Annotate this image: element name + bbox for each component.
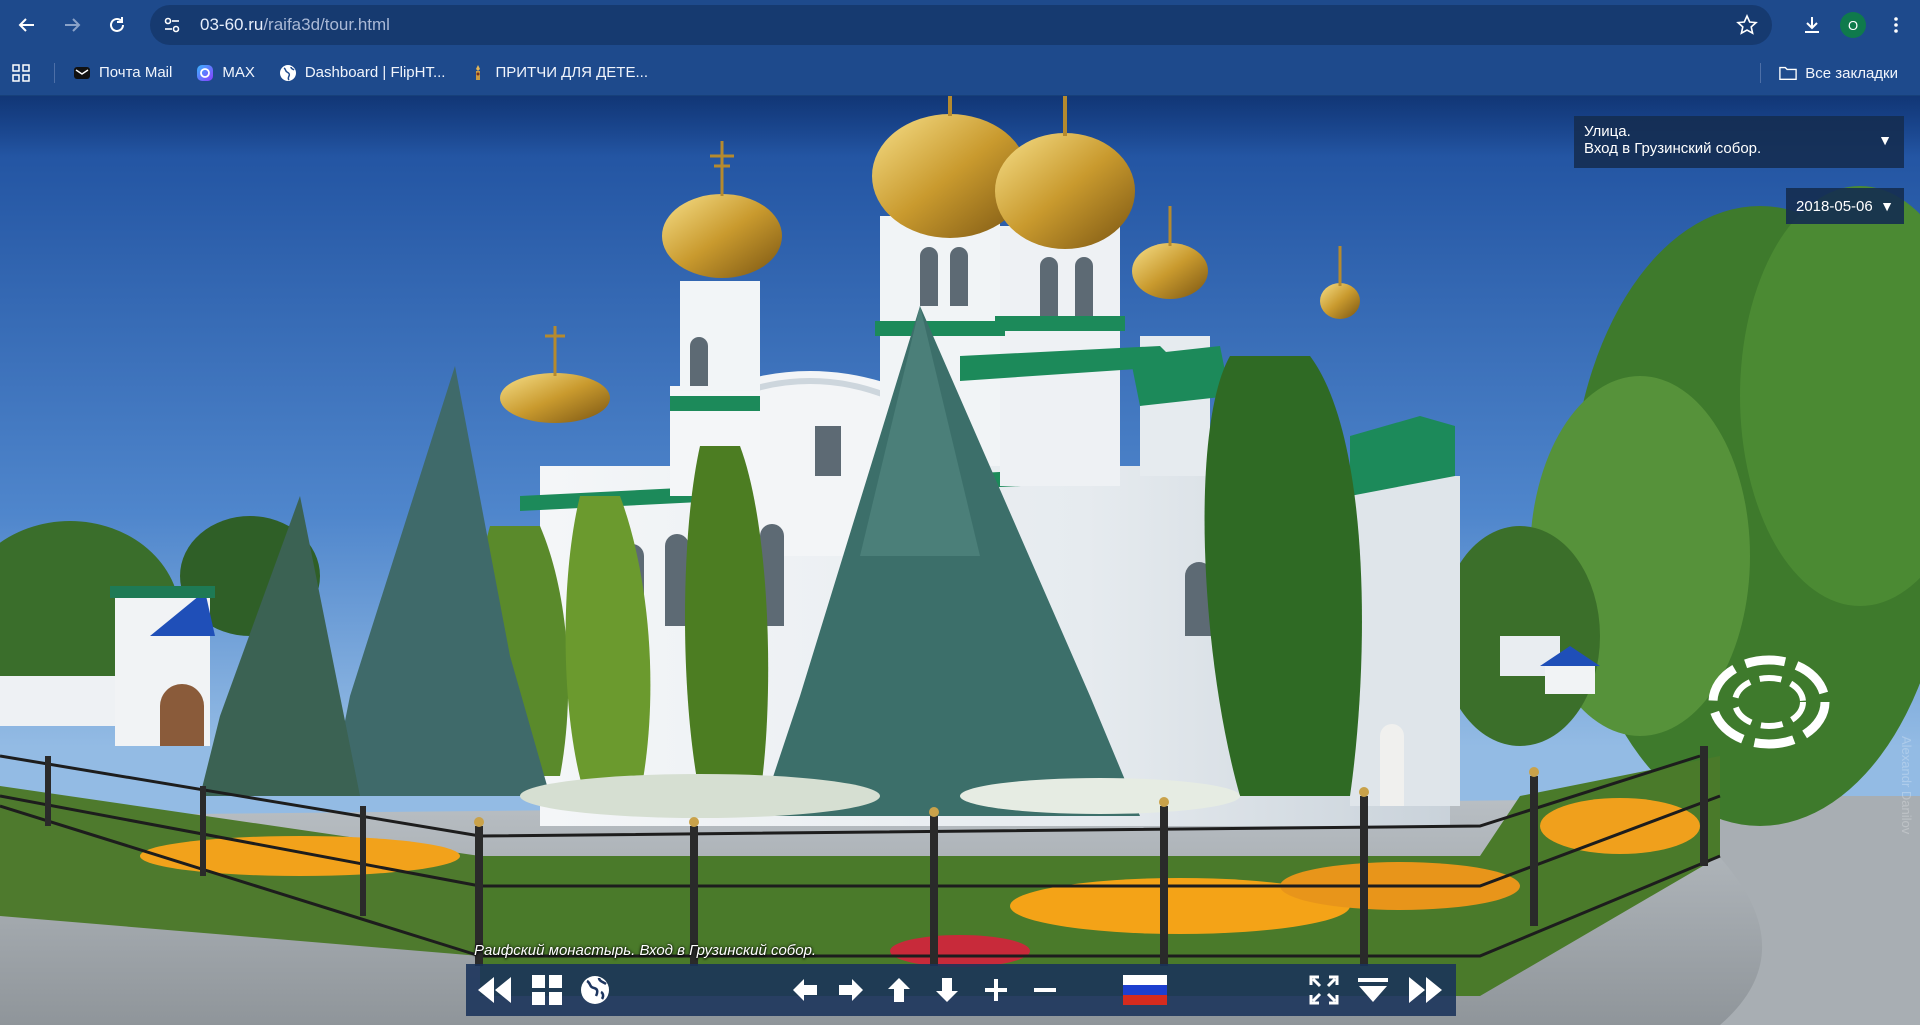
max-app-icon [196,64,214,82]
forward-button[interactable] [54,7,90,43]
hide-bar-button[interactable] [1356,974,1390,1006]
pan-down-button[interactable] [932,974,962,1006]
pan-right-icon [839,979,863,1001]
thumbnails-button[interactable] [530,974,564,1006]
location-selector[interactable]: Улица. Вход в Грузинский собор. ▼ [1574,116,1904,168]
date-value: 2018-05-06 [1796,197,1873,215]
menu-button[interactable] [1878,7,1914,43]
bookmark-label: MAX [222,64,255,81]
mail-icon [73,64,91,82]
gyroscope-icon[interactable] [1706,652,1832,752]
folder-icon [1779,64,1798,82]
watermark-text: Alexandr Danilov [1899,736,1914,835]
scene-caption: Раифский монастырь. Вход в Грузинский со… [474,942,817,959]
url-text: 03-60.ru/raifa3d/tour.html [200,15,390,35]
star-icon [1736,14,1758,35]
prev-scene-button[interactable] [474,974,514,1006]
toolbar-right: О [1785,0,1920,50]
bookmark-max[interactable]: MAX [188,58,263,88]
fullscreen-icon [1309,975,1339,1005]
address-bar[interactable]: 03-60.ru/raifa3d/tour.html [150,5,1772,45]
tour-control-bar [466,964,1456,1016]
panorama-viewport[interactable]: Улица. Вход в Грузинский собор. ▼ 2018-0… [0,96,1920,1025]
bookmark-pritchi[interactable]: ПРИТЧИ ДЛЯ ДЕТЕ... [461,58,656,88]
bookmark-label: ПРИТЧИ ДЛЯ ДЕТЕ... [495,64,648,81]
apps-grid-icon [12,63,30,82]
all-bookmarks-area: Все закладки [1750,58,1914,88]
language-flag-icon [1123,975,1167,1005]
dropdown-arrow-icon: ▼ [1880,198,1894,214]
bookmark-star-button[interactable] [1736,14,1758,41]
apps-button[interactable] [6,58,36,88]
bookmarks-separator [1760,63,1762,83]
thumbnails-grid-icon [532,975,562,1005]
map-button[interactable] [578,974,612,1006]
back-button[interactable] [9,7,45,43]
globe-icon [279,64,297,82]
reload-button[interactable] [99,7,135,43]
url-path: /raifa3d/tour.html [263,15,390,34]
tune-icon [164,17,180,33]
browser-toolbar: 03-60.ru/raifa3d/tour.html О [0,0,1920,50]
pan-right-button[interactable] [836,974,866,1006]
map-globe-icon [581,976,609,1004]
zoom-in-icon [985,979,1007,1001]
bookmark-pochta-mail[interactable]: Почта Mail [65,58,180,88]
language-button[interactable] [1122,974,1168,1006]
date-selector[interactable]: 2018-05-06 ▼ [1786,188,1904,224]
profile-avatar[interactable]: О [1840,12,1866,38]
bookmarks-separator [54,62,55,83]
all-bookmarks-label: Все закладки [1805,64,1898,82]
pan-up-icon [888,978,910,1002]
pan-left-icon [793,979,817,1001]
next-scene-icon [1409,977,1442,1003]
fullscreen-button[interactable] [1308,974,1340,1006]
bookmark-dashboard-fliphtml[interactable]: Dashboard | FlipHT... [271,58,454,88]
bookmarks-bar: Почта Mail MAX Dashboard | FlipHT... ПРИ… [0,50,1920,96]
zoom-in-button[interactable] [981,974,1011,1006]
downloads-button[interactable] [1794,7,1830,43]
location-line-1: Улица. [1584,123,1631,140]
kebab-menu-icon [1894,17,1898,33]
arrow-right-icon [65,18,81,32]
all-bookmarks-button[interactable]: Все закладки [1771,58,1906,88]
url-host: 03-60.ru [200,15,264,34]
download-icon [1805,17,1819,33]
arrow-left-icon [18,18,34,32]
zoom-out-icon [1034,988,1056,992]
reload-icon [110,17,124,32]
pan-left-button[interactable] [790,974,820,1006]
hide-bar-icon [1358,978,1388,1002]
prev-scene-icon [478,977,511,1003]
bookmark-label: Почта Mail [99,64,173,81]
bookmark-favicon-icon [469,64,487,82]
bookmark-label: Dashboard | FlipHT... [304,64,446,81]
dropdown-arrow-icon: ▼ [1878,132,1892,148]
panorama-image[interactable] [0,96,1920,1025]
pan-up-button[interactable] [884,974,914,1006]
location-line-2: Вход в Грузинский собор. [1584,140,1762,157]
next-scene-button[interactable] [1406,974,1446,1006]
site-info-button[interactable] [158,11,186,39]
pan-down-icon [936,978,958,1002]
zoom-out-button[interactable] [1030,974,1060,1006]
